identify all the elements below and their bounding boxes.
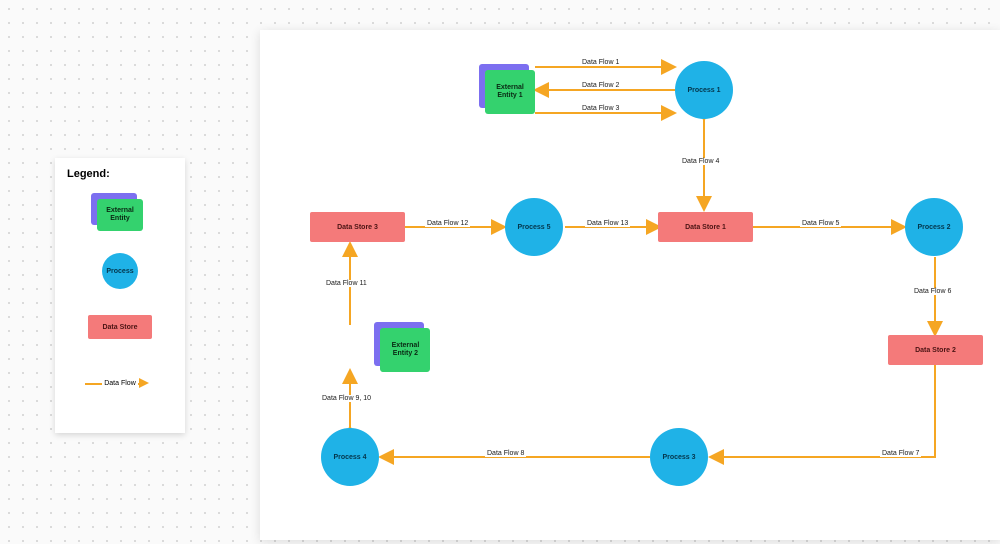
legend-entity-shape: External Entity <box>97 199 143 231</box>
flow-label-3: Data Flow 3 <box>580 105 621 112</box>
node-process-2[interactable]: Process 2 <box>905 198 963 256</box>
flow-label-13: Data Flow 13 <box>585 220 630 227</box>
node-external-entity-1[interactable]: External Entity 1 <box>485 70 535 114</box>
flow-label-2: Data Flow 2 <box>580 82 621 89</box>
node-data-store-3[interactable]: Data Store 3 <box>310 212 405 242</box>
flow-label-9-10: Data Flow 9, 10 <box>320 395 373 402</box>
node-process-5[interactable]: Process 5 <box>505 198 563 256</box>
legend-process-shape: Process <box>102 253 138 289</box>
legend-panel: Legend: External Entity Process Data Sto… <box>55 158 185 433</box>
node-process-4[interactable]: Process 4 <box>321 428 379 486</box>
legend-row-store: Data Store <box>67 302 173 352</box>
flow-label-7: Data Flow 7 <box>880 450 921 457</box>
flow-label-12: Data Flow 12 <box>425 220 470 227</box>
legend-entity-label: External Entity <box>97 199 143 231</box>
legend-row-flow: Data Flow <box>67 358 173 408</box>
node-data-store-1[interactable]: Data Store 1 <box>658 212 753 242</box>
node-label-ext2: External Entity 2 <box>380 328 430 372</box>
legend-row-entity: External Entity <box>67 190 173 240</box>
node-data-store-2[interactable]: Data Store 2 <box>888 335 983 365</box>
node-external-entity-2[interactable]: External Entity 2 <box>380 328 430 372</box>
node-process-1[interactable]: Process 1 <box>675 61 733 119</box>
flow-label-4: Data Flow 4 <box>680 158 721 165</box>
legend-row-process: Process <box>67 246 173 296</box>
legend-title: Legend: <box>67 168 173 180</box>
flow-label-8: Data Flow 8 <box>485 450 526 457</box>
diagram-canvas[interactable]: Data Flow 1 Data Flow 2 Data Flow 3 Data… <box>260 30 1000 540</box>
flow-label-11: Data Flow 11 <box>324 280 369 287</box>
node-label-ext1: External Entity 1 <box>485 70 535 114</box>
flow-label-6: Data Flow 6 <box>912 288 953 295</box>
legend-flow-label: Data Flow <box>102 380 138 387</box>
flow-label-1: Data Flow 1 <box>580 59 621 66</box>
legend-flow-shape: Data Flow <box>85 373 155 393</box>
node-process-3[interactable]: Process 3 <box>650 428 708 486</box>
flow-label-5: Data Flow 5 <box>800 220 841 227</box>
legend-store-shape: Data Store <box>88 315 152 339</box>
